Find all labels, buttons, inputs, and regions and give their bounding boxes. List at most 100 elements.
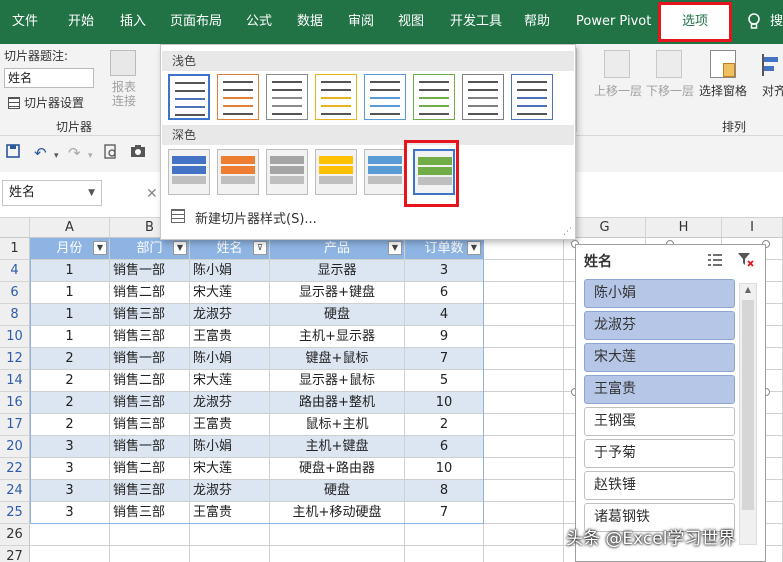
filter-active-icon[interactable]: ⊽	[253, 241, 267, 255]
table-cell[interactable]: 1	[30, 282, 110, 304]
print-preview-icon[interactable]	[104, 144, 118, 164]
light-style-swatch[interactable]	[462, 74, 504, 120]
table-cell[interactable]: 销售三部	[110, 304, 190, 326]
dark-style-swatch[interactable]	[168, 149, 210, 195]
table-cell[interactable]: 2	[30, 370, 110, 392]
filter-dropdown-icon[interactable]: ▼	[93, 241, 107, 255]
slicer-name[interactable]: 姓名 ▲ 陈小娟 龙淑芬 宋大莲 王富贵 王钢蛋 于予菊 赵铁锤 诸葛钢铁	[575, 244, 766, 562]
cancel-entry-icon[interactable]: ✕	[146, 186, 158, 202]
redo-icon[interactable]: ↷	[68, 144, 81, 162]
table-cell[interactable]: 陈小娟	[190, 436, 270, 458]
save-icon[interactable]	[6, 144, 20, 162]
empty-cell[interactable]	[484, 238, 564, 260]
table-cell[interactable]: 1	[30, 260, 110, 282]
row-header[interactable]: 17	[0, 414, 30, 436]
empty-cell[interactable]	[190, 546, 270, 562]
table-cell[interactable]: 宋大莲	[190, 282, 270, 304]
table-cell[interactable]: 销售三部	[110, 502, 190, 524]
table-cell[interactable]: 陈小娟	[190, 260, 270, 282]
undo-dropdown-icon[interactable]: ▾	[54, 147, 59, 165]
row-header[interactable]: 25	[0, 502, 30, 524]
column-header-h[interactable]: H	[646, 218, 722, 238]
report-connections-button[interactable]: 报表连接	[112, 80, 138, 108]
tab-review[interactable]: 审阅	[348, 0, 374, 44]
row-header[interactable]: 20	[0, 436, 30, 458]
slicer-item[interactable]: 赵铁锤	[584, 471, 735, 500]
tab-view[interactable]: 视图	[398, 0, 424, 44]
tab-power-pivot[interactable]: Power Pivot	[576, 0, 651, 44]
multi-select-icon[interactable]	[707, 253, 723, 267]
table-cell[interactable]: 7	[405, 348, 484, 370]
undo-icon[interactable]: ↶	[34, 144, 47, 162]
lightbulb-icon[interactable]	[747, 12, 761, 32]
light-style-swatch[interactable]	[511, 74, 553, 120]
empty-cell[interactable]	[484, 370, 564, 392]
empty-cell[interactable]	[270, 524, 405, 546]
tab-options[interactable]: 选项	[658, 2, 732, 42]
slicer-settings-button[interactable]: 切片器设置	[8, 94, 84, 111]
light-style-swatch[interactable]	[168, 74, 210, 120]
table-cell[interactable]: 6	[405, 436, 484, 458]
row-header[interactable]: 12	[0, 348, 30, 370]
light-style-swatch[interactable]	[266, 74, 308, 120]
empty-cell[interactable]	[484, 392, 564, 414]
row-header[interactable]: 24	[0, 480, 30, 502]
empty-cell[interactable]	[405, 524, 484, 546]
slicer-item[interactable]: 宋大莲	[584, 343, 735, 372]
column-header-a[interactable]: A	[30, 218, 110, 238]
row-header[interactable]: 26	[0, 524, 30, 546]
slicer-item[interactable]: 王钢蛋	[584, 407, 735, 436]
bring-forward-button[interactable]: 上移一层	[594, 82, 642, 99]
slicer-item[interactable]: 王富贵	[584, 375, 735, 404]
table-cell[interactable]: 销售二部	[110, 458, 190, 480]
table-cell[interactable]: 1	[30, 326, 110, 348]
table-cell[interactable]: 王富贵	[190, 502, 270, 524]
table-cell[interactable]: 7	[405, 502, 484, 524]
table-cell[interactable]: 6	[405, 282, 484, 304]
tab-help[interactable]: 帮助	[524, 0, 550, 44]
empty-cell[interactable]	[484, 260, 564, 282]
resize-grip-icon[interactable]: ⋰	[563, 227, 572, 237]
table-cell[interactable]: 2	[30, 392, 110, 414]
empty-cell[interactable]	[484, 458, 564, 480]
row-header[interactable]: 16	[0, 392, 30, 414]
empty-cell[interactable]	[405, 546, 484, 562]
filter-dropdown-icon[interactable]: ▼	[388, 241, 402, 255]
tell-me-search[interactable]: 搜	[770, 0, 783, 44]
table-cell[interactable]: 2	[30, 414, 110, 436]
send-backward-button[interactable]: 下移一层	[646, 82, 694, 99]
table-cell[interactable]: 8	[405, 480, 484, 502]
table-cell[interactable]: 3	[30, 502, 110, 524]
empty-cell[interactable]	[484, 414, 564, 436]
row-header[interactable]: 4	[0, 260, 30, 282]
table-cell[interactable]: 销售二部	[110, 282, 190, 304]
empty-cell[interactable]	[484, 524, 564, 546]
redo-dropdown-icon[interactable]: ▾	[88, 147, 93, 165]
tab-insert[interactable]: 插入	[120, 0, 146, 44]
slicer-item[interactable]: 龙淑芬	[584, 311, 735, 340]
column-header-i[interactable]: I	[722, 218, 783, 238]
table-cell[interactable]: 主机+显示器	[270, 326, 405, 348]
filter-dropdown-icon[interactable]: ▼	[467, 241, 481, 255]
table-cell[interactable]: 销售三部	[110, 326, 190, 348]
empty-cell[interactable]	[190, 524, 270, 546]
scrollbar-thumb[interactable]	[742, 300, 754, 510]
light-style-swatch[interactable]	[413, 74, 455, 120]
table-cell[interactable]: 销售三部	[110, 392, 190, 414]
table-cell[interactable]: 主机+键盘	[270, 436, 405, 458]
table-cell[interactable]: 3	[30, 436, 110, 458]
row-header[interactable]: 27	[0, 546, 30, 562]
row-header[interactable]: 22	[0, 458, 30, 480]
table-cell[interactable]: 显示器+键盘	[270, 282, 405, 304]
empty-cell[interactable]	[484, 282, 564, 304]
table-cell[interactable]: 1	[30, 304, 110, 326]
clear-filter-icon[interactable]	[737, 252, 755, 268]
table-cell[interactable]: 销售二部	[110, 370, 190, 392]
tab-data[interactable]: 数据	[297, 0, 323, 44]
table-cell[interactable]: 9	[405, 326, 484, 348]
table-cell[interactable]: 键盘+鼠标	[270, 348, 405, 370]
light-style-swatch[interactable]	[217, 74, 259, 120]
table-cell[interactable]: 3	[30, 480, 110, 502]
scroll-up-icon[interactable]: ▲	[740, 284, 756, 296]
column-header-g[interactable]: G	[564, 218, 646, 238]
